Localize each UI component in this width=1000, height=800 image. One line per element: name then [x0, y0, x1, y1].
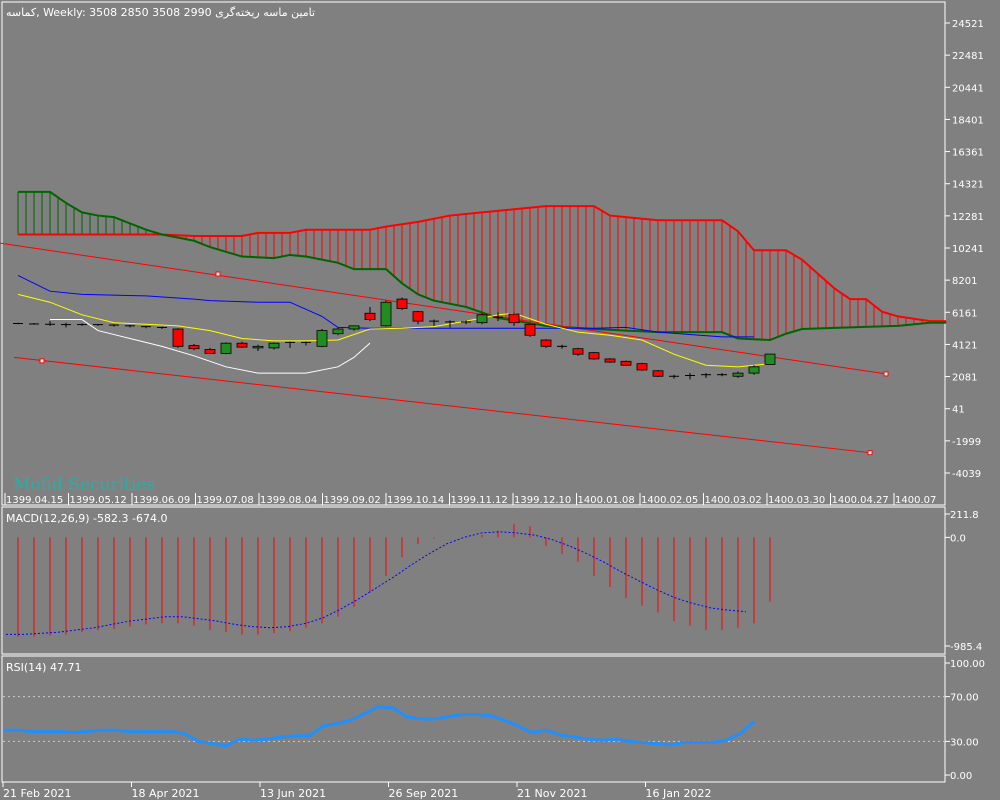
price-tick-label: 18401 [952, 115, 984, 126]
bottom-date-label: 21 Nov 2021 [517, 787, 587, 800]
bottom-date-label: 18 Apr 2021 [132, 787, 200, 800]
macd-tick-label: 211.8 [950, 510, 979, 521]
chart-canvas[interactable]: 24521 22481 20441 18401 16361 14321 12281 10241… [0, 0, 1000, 800]
date-tick-label: 1399.07.08 [197, 495, 254, 506]
candle-body [380, 301, 392, 327]
candle-body [316, 330, 328, 347]
rsi-tick-label: 0.00 [950, 771, 972, 782]
trend-channel-line [13, 356, 871, 454]
candle-body [620, 360, 632, 366]
date-tick-label: 1399.06.09 [133, 495, 190, 506]
date-tick-label: 1399.04.15 [6, 495, 63, 506]
date-tick-label: 1400.03.02 [705, 495, 762, 506]
channel-anchor-point [215, 271, 221, 277]
price-tick-label: 41 [952, 405, 965, 416]
candle-body [252, 345, 264, 349]
bottom-date-label: 26 Sep 2021 [389, 787, 459, 800]
price-tick-label: 24521 [952, 19, 984, 30]
date-tick-label: 1399.10.14 [387, 495, 444, 506]
price-axis: 24521 22481 20441 18401 16361 14321 12281 10241… [944, 2, 984, 505]
date-tick-label: 1400.02.05 [641, 495, 698, 506]
rsi-tick-label: 30.00 [950, 737, 979, 748]
rsi-indicator: 100.00 70.00 30.00 0.00 [3, 656, 985, 782]
price-tick-label: 10241 [952, 244, 984, 255]
price-tick-label: 12281 [952, 212, 984, 223]
candle-body [476, 314, 488, 324]
date-tick-label: 1399.08.04 [260, 495, 317, 506]
channel-anchor-point [883, 371, 889, 377]
macd-pane-frame [1, 506, 946, 655]
candle-body [540, 339, 552, 347]
indicator-lines [0, 242, 889, 456]
bottom-date-axis: 21 Feb 2021 18 Apr 2021 13 Jun 2021 26 Sep … [2, 782, 712, 800]
channel-anchor-point [867, 450, 873, 456]
date-tick-label: 1400.07 [895, 495, 936, 506]
price-tick-label: 4121 [952, 340, 977, 351]
date-tick-label: 1400.04.27 [832, 495, 889, 506]
price-tick-label: 20441 [952, 83, 984, 94]
candle-body [332, 328, 344, 335]
bottom-date-label: 21 Feb 2021 [3, 787, 71, 800]
channel-anchor-point [39, 358, 45, 364]
candle-body [348, 325, 360, 330]
price-tick-label: 6161 [952, 308, 977, 319]
candle-body [268, 342, 280, 349]
candle-body [764, 353, 776, 365]
watermark: Mofid Securities [13, 475, 155, 495]
candle-body [508, 313, 520, 324]
date-tick-label: 1399.05.12 [70, 495, 127, 506]
date-tick-label: 1399.11.12 [451, 495, 508, 506]
price-tick-label: -1999 [952, 437, 981, 448]
candle-body [220, 342, 232, 354]
candle-body [188, 345, 200, 350]
candle-body [636, 363, 648, 371]
bottom-date-label: 16 Jan 2022 [646, 787, 712, 800]
rsi-line [4, 705, 755, 748]
macd-title: MACD(12,26,9) -582.3 -674.0 [6, 512, 167, 525]
date-tick-label: 1399.09.02 [324, 495, 381, 506]
rsi-title: RSI(14) 47.71 [6, 661, 81, 674]
candle-body [652, 370, 664, 377]
candle-body [748, 366, 760, 374]
price-tick-label: 14321 [952, 180, 984, 191]
price-tick-label: 22481 [952, 51, 984, 62]
candle-body [364, 312, 376, 320]
candle-body [412, 311, 424, 322]
candle-body [604, 358, 616, 363]
price-tick-label: -4039 [952, 469, 981, 480]
macd-indicator: 211.8 0.0 -985.4 [6, 507, 982, 654]
price-tick-label: 2081 [952, 373, 977, 384]
candle-body [572, 348, 584, 355]
rsi-tick-label: 70.00 [950, 693, 979, 704]
candle-body [172, 328, 184, 347]
rsi-tick-label: 100.00 [950, 659, 985, 670]
macd-tick-label: 0.0 [950, 533, 966, 544]
trend-channel-line [0, 242, 887, 375]
date-tick-label: 1399.12.10 [514, 495, 571, 506]
candle-body [524, 323, 536, 336]
candle-body [396, 298, 408, 309]
macd-signal-line [6, 531, 747, 635]
price-tick-label: 16361 [952, 148, 984, 159]
candle-body [204, 349, 216, 354]
candlestick-series [13, 297, 776, 380]
date-tick-label: 1400.03.30 [768, 495, 825, 506]
bottom-date-label: 13 Jun 2021 [260, 787, 326, 800]
date-tick-label: 1400.01.08 [578, 495, 635, 506]
tenkan-sen-line [17, 293, 771, 368]
candle-body [236, 342, 248, 348]
rsi-pane-frame [1, 655, 946, 783]
candle-body [588, 352, 600, 360]
symbol-label: کماسه, Weekly: 3508 2850 3508 2990 تامین… [6, 6, 315, 19]
candle-body [732, 372, 744, 377]
macd-tick-label: -985.4 [950, 642, 982, 653]
price-tick-label: 8201 [952, 276, 977, 287]
